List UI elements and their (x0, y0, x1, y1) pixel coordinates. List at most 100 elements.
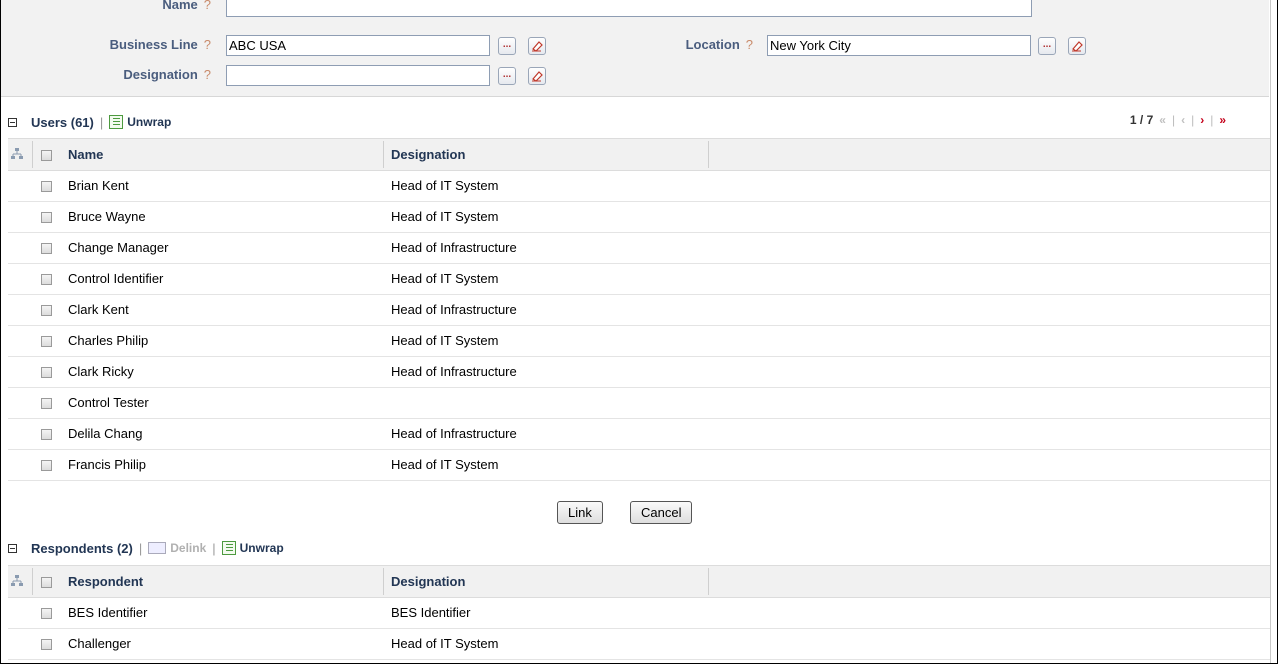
vertical-scrollbar[interactable] (1270, 0, 1277, 663)
designation-clear-button[interactable] (528, 67, 546, 85)
location-field[interactable] (767, 35, 1031, 56)
separator: | (99, 114, 104, 130)
business-line-lookup-button[interactable]: ... (498, 37, 516, 55)
table-row[interactable]: Control Identifier Head of IT System (8, 264, 1270, 295)
users-unwrap-link[interactable]: Unwrap (127, 115, 171, 129)
help-icon[interactable]: ? (204, 0, 211, 12)
row-checkbox[interactable] (41, 460, 52, 471)
separator: | (1171, 113, 1176, 127)
cell-designation: BES Identifier (391, 605, 471, 620)
row-checkbox[interactable] (41, 429, 52, 440)
cell-respondent: Challenger (68, 636, 131, 651)
eraser-icon (1072, 41, 1083, 52)
table-row[interactable]: Control Tester (8, 388, 1270, 419)
next-page-button[interactable]: › (1200, 113, 1204, 127)
row-checkbox[interactable] (41, 181, 52, 192)
row-checkbox[interactable] (41, 367, 52, 378)
table-row[interactable]: Delila Chang Head of Infrastructure (8, 419, 1270, 450)
respondents-table: Respondent Designation BES Identifier BES… (8, 565, 1270, 660)
collapse-icon[interactable] (8, 543, 17, 553)
table-row[interactable]: Clark Kent Head of Infrastructure (8, 295, 1270, 326)
cell-designation: Head of IT System (391, 209, 499, 224)
table-row[interactable]: Bruce Wayne Head of IT System (8, 202, 1270, 233)
row-checkbox[interactable] (41, 274, 52, 285)
delink-link[interactable]: Delink (170, 541, 206, 555)
row-checkbox[interactable] (41, 212, 52, 223)
row-checkbox[interactable] (41, 336, 52, 347)
cell-name: Charles Philip (68, 333, 149, 348)
cell-name: Francis Philip (68, 457, 147, 472)
business-line-clear-button[interactable] (528, 37, 546, 55)
users-section-header: Users (61) | Unwrap (8, 112, 171, 132)
business-line-field[interactable] (226, 35, 490, 56)
table-row[interactable]: Francis Philip Head of IT System (8, 450, 1270, 481)
cell-name: Control Identifier (68, 271, 164, 286)
column-header-designation[interactable]: Designation (391, 566, 465, 597)
respondents-table-header: Respondent Designation (8, 565, 1270, 598)
cell-name: Brian Kent (68, 178, 129, 193)
prev-page-button[interactable]: ‹ (1181, 113, 1185, 127)
filter-panel: Name? Business Line? ... Location? ... D… (1, 0, 1269, 97)
delink-icon (148, 542, 167, 554)
users-table-header: Name Designation (8, 138, 1270, 171)
row-checkbox[interactable] (41, 639, 52, 650)
separator: | (212, 540, 216, 556)
table-row[interactable]: Change Manager Head of Infrastructure (8, 233, 1270, 264)
respondents-table-body: BES Identifier BES Identifier Challenger H… (8, 598, 1270, 660)
respondents-unwrap-link[interactable]: Unwrap (240, 541, 284, 555)
unwrap-icon[interactable] (109, 115, 124, 129)
table-row[interactable]: Challenger Head of IT System (8, 629, 1270, 660)
cell-designation: Head of Infrastructure (391, 426, 517, 441)
cell-designation: Head of IT System (391, 271, 499, 286)
users-table: Name Designation Brian Kent Head of IT Sy… (8, 138, 1270, 481)
column-header-respondent[interactable]: Respondent (68, 566, 143, 597)
table-row[interactable]: Brian Kent Head of IT System (8, 171, 1270, 202)
column-header-designation[interactable]: Designation (391, 139, 465, 170)
select-all-checkbox[interactable] (41, 150, 52, 161)
table-row[interactable]: BES Identifier BES Identifier (8, 598, 1270, 629)
respondents-section-header: Respondents (2) | Delink | Unwrap (8, 538, 284, 558)
eraser-icon (532, 41, 543, 52)
users-pager: 1 / 7 « | ‹ | › | » (1130, 113, 1226, 127)
select-all-checkbox[interactable] (41, 577, 52, 588)
cell-name: Delila Chang (68, 426, 143, 441)
location-clear-button[interactable] (1068, 37, 1086, 55)
cell-respondent: BES Identifier (68, 605, 148, 620)
page-indicator: 1 / 7 (1129, 113, 1154, 127)
unwrap-icon[interactable] (221, 541, 236, 555)
link-button[interactable]: Link (557, 501, 603, 524)
designation-lookup-button[interactable]: ... (498, 67, 516, 85)
table-row[interactable]: Charles Philip Head of IT System (8, 326, 1270, 357)
designation-field[interactable] (226, 65, 490, 86)
respondents-title: Respondents (2) (31, 540, 133, 556)
help-icon[interactable]: ? (204, 67, 211, 82)
row-checkbox[interactable] (41, 305, 52, 316)
name-label: Name? (121, 0, 211, 12)
row-checkbox[interactable] (41, 243, 52, 254)
column-separator (708, 568, 709, 595)
separator: | (1191, 113, 1195, 127)
help-icon[interactable]: ? (746, 37, 753, 52)
first-page-button[interactable]: « (1159, 113, 1166, 127)
table-row[interactable]: Clark Ricky Head of Infrastructure (8, 357, 1270, 388)
users-table-body: Brian Kent Head of IT System Bruce Wayne H… (8, 171, 1270, 481)
hierarchy-icon[interactable] (11, 148, 23, 160)
separator: | (1210, 113, 1214, 127)
cancel-button[interactable]: Cancel (630, 501, 693, 524)
cell-designation: Head of IT System (391, 636, 499, 651)
row-checkbox[interactable] (41, 608, 52, 619)
hierarchy-icon[interactable] (11, 575, 23, 587)
column-separator (32, 568, 33, 595)
cell-designation: Head of IT System (391, 457, 499, 472)
collapse-icon[interactable] (8, 117, 17, 127)
help-icon[interactable]: ? (204, 37, 211, 52)
cell-designation: Head of IT System (391, 333, 499, 348)
column-separator (32, 141, 33, 168)
column-header-name[interactable]: Name (68, 139, 103, 170)
location-lookup-button[interactable]: ... (1038, 37, 1056, 55)
row-checkbox[interactable] (41, 398, 52, 409)
last-page-button[interactable]: » (1219, 113, 1226, 127)
cell-designation: Head of Infrastructure (391, 302, 517, 317)
separator: | (138, 540, 143, 556)
name-field[interactable] (226, 0, 1032, 17)
